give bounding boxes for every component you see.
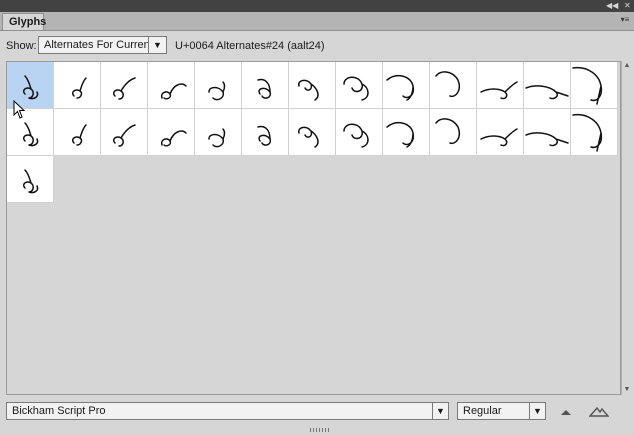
glyph-cell[interactable] bbox=[54, 62, 101, 109]
font-family-dropdown[interactable]: Bickham Script Pro ▼ bbox=[6, 402, 449, 420]
scroll-down-icon[interactable]: ▼ bbox=[622, 385, 632, 395]
chevron-down-icon[interactable]: ▼ bbox=[148, 37, 166, 53]
glyph-cell[interactable] bbox=[477, 62, 524, 109]
glyph-shape bbox=[257, 78, 272, 99]
glyph-cell[interactable] bbox=[524, 109, 571, 156]
show-dropdown[interactable]: Alternates For Curren... ▼ bbox=[38, 36, 167, 54]
glyph-cell[interactable] bbox=[101, 62, 148, 109]
glyph-shape bbox=[112, 77, 136, 100]
glyph-cell[interactable] bbox=[524, 62, 571, 109]
glyph-cell[interactable] bbox=[148, 62, 195, 109]
glyph-cell[interactable] bbox=[54, 109, 101, 156]
resize-grip-icon[interactable] bbox=[310, 428, 330, 432]
glyph-cell[interactable] bbox=[7, 156, 54, 203]
glyph-shape bbox=[112, 124, 136, 147]
glyph-shape bbox=[298, 126, 319, 148]
glyph-grid bbox=[6, 61, 621, 395]
close-panel-icon[interactable]: ✕ bbox=[624, 0, 631, 12]
glyph-shape bbox=[257, 125, 272, 146]
glyph-cell[interactable] bbox=[336, 109, 383, 156]
glyph-cell[interactable] bbox=[430, 62, 477, 109]
glyph-shape bbox=[386, 121, 415, 148]
glyph-shape bbox=[22, 169, 39, 194]
glyph-cell[interactable] bbox=[477, 109, 524, 156]
show-label: Show: bbox=[6, 40, 37, 52]
font-family-value: Bickham Script Pro bbox=[12, 405, 106, 417]
glyph-cell[interactable] bbox=[195, 109, 242, 156]
glyph-shape bbox=[71, 124, 87, 146]
glyph-cell[interactable] bbox=[289, 62, 336, 109]
glyph-shape bbox=[386, 74, 415, 101]
zoom-in-icon[interactable] bbox=[589, 403, 609, 419]
glyph-shape bbox=[208, 128, 226, 148]
glyph-cell[interactable] bbox=[195, 62, 242, 109]
glyph-cell[interactable] bbox=[336, 62, 383, 109]
font-style-dropdown[interactable]: Regular ▼ bbox=[457, 402, 546, 420]
glyph-shape bbox=[572, 66, 603, 105]
font-style-value: Regular bbox=[463, 405, 502, 417]
glyph-cell[interactable] bbox=[242, 62, 289, 109]
panel-titlebar: ◀◀ ✕ bbox=[0, 0, 634, 12]
glyph-cell[interactable] bbox=[242, 109, 289, 156]
glyph-cell[interactable] bbox=[430, 109, 477, 156]
panel-tab-row: Glyphs ▾≡ bbox=[0, 12, 634, 31]
show-dropdown-value: Alternates For Curren... bbox=[44, 39, 148, 51]
panel-menu-icon[interactable]: ▾≡ bbox=[619, 13, 631, 27]
glyph-shape bbox=[160, 130, 187, 147]
glyph-shape bbox=[572, 113, 603, 152]
mouse-pointer-icon bbox=[13, 100, 25, 119]
collapse-panel-icon[interactable]: ◀◀ bbox=[606, 0, 618, 12]
glyph-cell[interactable] bbox=[101, 109, 148, 156]
glyph-cell[interactable] bbox=[383, 62, 430, 109]
glyph-shape bbox=[525, 85, 569, 100]
glyph-shape bbox=[480, 81, 518, 100]
glyph-shape bbox=[160, 83, 187, 100]
glyph-cell[interactable] bbox=[289, 109, 336, 156]
glyph-shape bbox=[525, 132, 569, 147]
glyph-shape bbox=[435, 118, 461, 145]
glyph-cell[interactable] bbox=[148, 109, 195, 156]
glyph-cell[interactable] bbox=[571, 62, 618, 109]
glyph-shape bbox=[298, 79, 319, 101]
tab-glyphs[interactable]: Glyphs bbox=[2, 13, 46, 30]
glyph-shape bbox=[208, 81, 226, 101]
glyph-shape bbox=[435, 71, 461, 98]
glyph-unicode-info: U+0064 Alternates#24 (aalt24) bbox=[175, 40, 325, 52]
scroll-up-icon[interactable]: ▲ bbox=[622, 61, 632, 71]
glyph-shape bbox=[343, 123, 369, 148]
chevron-down-icon[interactable]: ▼ bbox=[529, 403, 545, 419]
glyph-grid-scrollbar[interactable]: ▲ ▼ bbox=[621, 61, 632, 395]
chevron-down-icon[interactable]: ▼ bbox=[432, 403, 448, 419]
zoom-out-icon[interactable] bbox=[558, 403, 574, 419]
glyph-shape bbox=[343, 76, 369, 101]
glyph-shape bbox=[480, 128, 518, 147]
glyph-shape bbox=[71, 77, 87, 99]
glyph-cell[interactable] bbox=[383, 109, 430, 156]
glyph-cell[interactable] bbox=[571, 109, 618, 156]
